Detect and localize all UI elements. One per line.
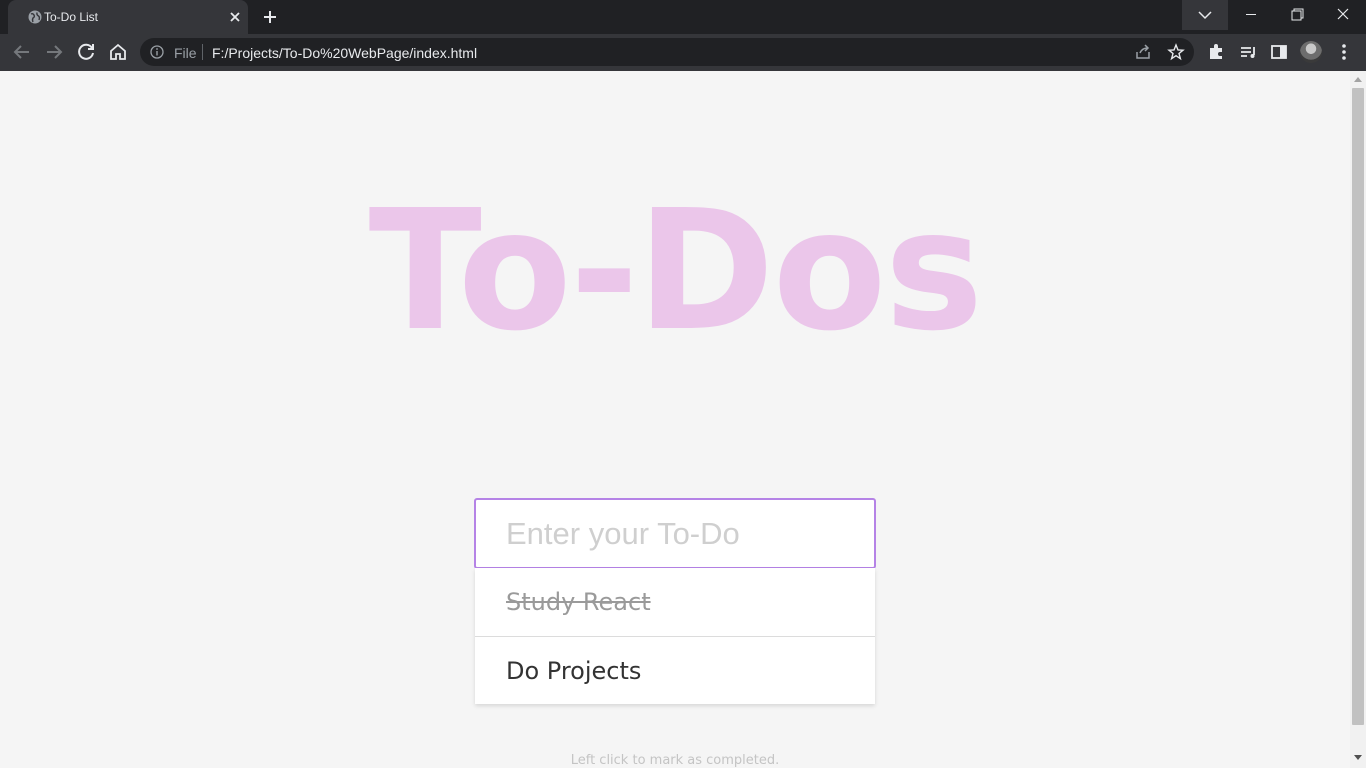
address-bar[interactable]: File F:/Projects/To-Do%20WebPage/index.h… (140, 38, 1194, 66)
chevron-down-icon (1198, 11, 1212, 20)
tab-search-button[interactable] (1182, 0, 1228, 30)
globe-icon (28, 10, 42, 24)
side-panel-icon[interactable] (1265, 38, 1293, 66)
usage-hint: Left click to mark as completed. (570, 753, 780, 768)
vertical-scrollbar[interactable] (1350, 71, 1366, 768)
profile-avatar[interactable] (1300, 41, 1322, 63)
browser-titlebar: To-Do List (0, 0, 1366, 34)
reload-icon[interactable] (72, 38, 100, 66)
arrow-right-icon[interactable] (40, 38, 68, 66)
scroll-down-arrow-icon[interactable] (1354, 755, 1362, 760)
url-scheme-label: File (174, 45, 197, 61)
todo-item[interactable]: Study React (475, 568, 875, 636)
scrollbar-thumb[interactable] (1352, 88, 1364, 725)
tab-title: To-Do List (44, 10, 99, 24)
browser-tab[interactable]: To-Do List (8, 0, 248, 34)
arrow-left-icon[interactable] (8, 38, 36, 66)
share-icon[interactable] (1134, 43, 1152, 61)
media-queue-icon[interactable] (1234, 38, 1262, 66)
minimize-icon[interactable] (1228, 0, 1274, 30)
star-icon[interactable] (1167, 43, 1185, 61)
scroll-up-arrow-icon[interactable] (1354, 77, 1362, 82)
page-viewport: To-Dos Study React Do Projects Left clic… (0, 71, 1350, 768)
page-title: To-Dos (368, 175, 984, 368)
url-text[interactable]: F:/Projects/To-Do%20WebPage/index.html (212, 45, 477, 61)
todo-list: Study React Do Projects (475, 568, 875, 704)
kebab-menu-icon[interactable] (1330, 38, 1358, 66)
close-icon[interactable] (226, 8, 244, 26)
url-divider (202, 44, 203, 60)
home-icon[interactable] (104, 38, 132, 66)
todo-input[interactable] (474, 498, 876, 569)
plus-icon[interactable] (258, 6, 282, 28)
restore-icon[interactable] (1274, 0, 1320, 30)
todo-item[interactable]: Do Projects (475, 636, 875, 704)
browser-toolbar: File F:/Projects/To-Do%20WebPage/index.h… (0, 34, 1366, 71)
info-icon[interactable] (150, 45, 164, 59)
close-icon[interactable] (1320, 0, 1366, 30)
puzzle-icon[interactable] (1202, 38, 1230, 66)
